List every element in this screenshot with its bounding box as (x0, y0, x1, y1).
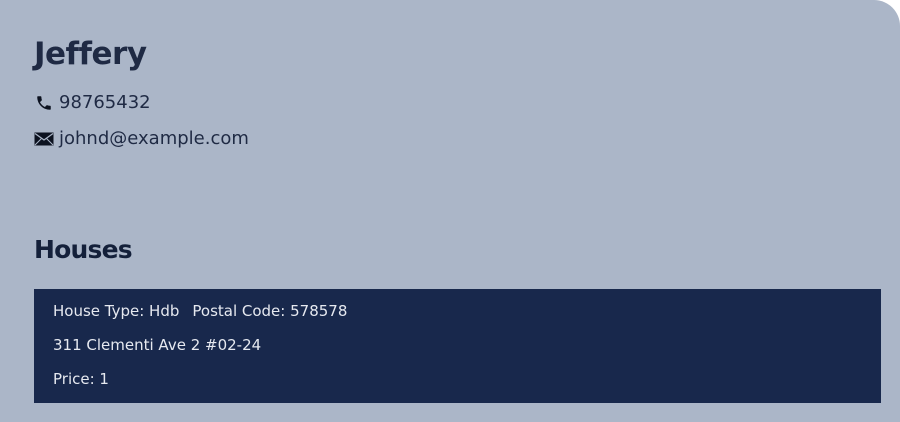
house-price: Price: 1 (53, 370, 109, 388)
email-row: johnd@example.com (34, 127, 249, 151)
phone-icon (34, 93, 54, 113)
email-address: johnd@example.com (59, 128, 249, 149)
postal-code: Postal Code: 578578 (192, 302, 348, 320)
phone-row: 98765432 (34, 91, 151, 115)
house-type-postal-row: House Type: Hdb Postal Code: 578578 (53, 301, 347, 321)
house-type: House Type: Hdb (53, 302, 180, 320)
house-card[interactable]: House Type: Hdb Postal Code: 578578 311 C… (34, 289, 881, 403)
house-address: 311 Clementi Ave 2 #02-24 (53, 336, 262, 354)
phone-number: 98765432 (59, 92, 151, 113)
person-name: Jeffery (34, 36, 147, 72)
houses-section-title: Houses (34, 235, 133, 264)
envelope-icon (34, 129, 54, 149)
person-detail-panel: Jeffery 98765432 johnd@example.com House… (0, 0, 900, 422)
